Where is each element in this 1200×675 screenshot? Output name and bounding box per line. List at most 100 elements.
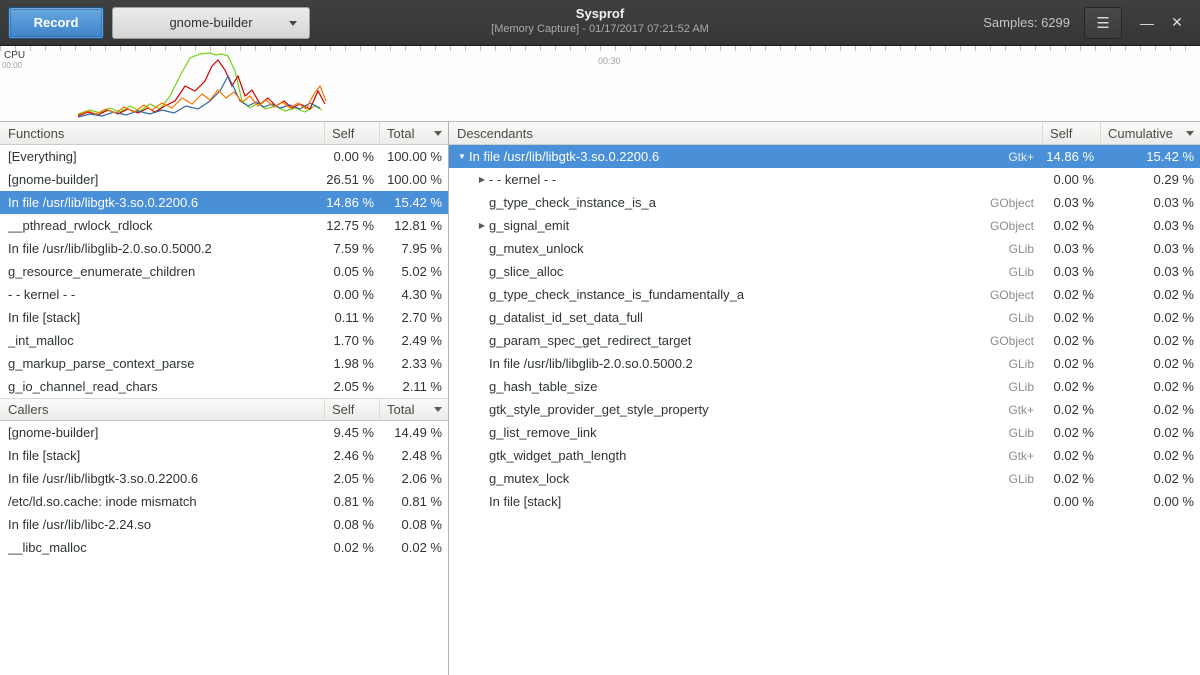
table-row[interactable]: ▼In file /usr/lib/libgtk-3.so.0.2200.6Gt… [449,145,1200,168]
minimize-button[interactable]: — [1132,8,1162,38]
column-header-cumulative[interactable]: Cumulative [1100,122,1200,144]
callers-table-header: Callers Self Total [0,398,448,421]
table-row[interactable]: g_hash_table_sizeGLib0.02 %0.02 % [449,375,1200,398]
column-header-self[interactable]: Self [325,399,380,420]
table-row[interactable]: g_param_spec_get_redirect_targetGObject0… [449,329,1200,352]
library-tag: GLib [1009,357,1042,371]
table-row[interactable]: In file [stack]0.11 %2.70 % [0,306,448,329]
function-name: - - kernel - - [0,287,325,302]
table-row[interactable]: gtk_style_provider_get_style_propertyGtk… [449,398,1200,421]
self-value: 0.03 % [1042,241,1100,256]
menu-button[interactable]: ☰ [1084,7,1122,39]
descendants-pane: Descendants Self Cumulative ▼In file /us… [449,122,1200,675]
cumulative-value: 0.02 % [1100,471,1200,486]
total-value: 4.30 % [380,287,448,302]
cumulative-value: 0.02 % [1100,333,1200,348]
chevron-down-icon [289,21,297,26]
descendant-name-cell: g_type_check_instance_is_fundamentally_a… [449,287,1042,302]
table-row[interactable]: In file [stack]2.46 %2.48 % [0,444,448,467]
table-row[interactable]: g_slice_allocGLib0.03 %0.03 % [449,260,1200,283]
table-row[interactable]: [gnome-builder]9.45 %14.49 % [0,421,448,444]
library-tag: GLib [1009,311,1042,325]
table-row[interactable]: ▶- - kernel - -0.00 %0.29 % [449,168,1200,191]
table-row[interactable]: g_io_channel_read_chars2.05 %2.11 % [0,375,448,398]
self-value: 0.02 % [1042,448,1100,463]
total-value: 5.02 % [380,264,448,279]
table-row[interactable]: g_datalist_id_set_data_fullGLib0.02 %0.0… [449,306,1200,329]
close-button[interactable]: ✕ [1162,8,1192,38]
total-value: 2.70 % [380,310,448,325]
table-row[interactable]: - - kernel - -0.00 %4.30 % [0,283,448,306]
column-header-total[interactable]: Total [380,122,448,144]
function-name: [gnome-builder] [0,172,325,187]
library-tag: GObject [990,334,1042,348]
process-selector-dropdown[interactable]: gnome-builder [112,7,310,39]
table-row[interactable]: In file /usr/lib/libglib-2.0.so.0.5000.2… [449,352,1200,375]
table-row[interactable]: _int_malloc1.70 %2.49 % [0,329,448,352]
column-header-callers[interactable]: Callers [0,399,325,420]
headerbar: Record gnome-builder Sysprof [Memory Cap… [0,0,1200,46]
library-tag: GObject [990,288,1042,302]
self-value: 0.02 % [1042,356,1100,371]
chevron-down-icon[interactable]: ▼ [455,152,469,161]
total-value: 2.48 % [380,448,448,463]
column-header-total[interactable]: Total [380,399,448,420]
cpu-timeline[interactable]: CPU 00:00 00:30 [0,46,1200,122]
table-row[interactable]: [gnome-builder]26.51 %100.00 % [0,168,448,191]
table-row[interactable]: /etc/ld.so.cache: inode mismatch0.81 %0.… [0,490,448,513]
function-name: g_datalist_id_set_data_full [489,310,643,325]
total-value: 14.49 % [380,425,448,440]
table-row[interactable]: g_type_check_instance_is_fundamentally_a… [449,283,1200,306]
table-row[interactable]: In file /usr/lib/libc-2.24.so0.08 %0.08 … [0,513,448,536]
self-value: 0.81 % [325,494,380,509]
cumulative-value: 15.42 % [1100,149,1200,164]
cumulative-value: 0.00 % [1100,494,1200,509]
self-value: 26.51 % [325,172,380,187]
column-header-descendants[interactable]: Descendants [449,122,1042,144]
column-header-self[interactable]: Self [325,122,380,144]
function-name: __libc_malloc [0,540,325,555]
descendant-name-cell: gtk_style_provider_get_style_propertyGtk… [449,402,1042,417]
column-header-self[interactable]: Self [1042,122,1100,144]
sysprof-window: Record gnome-builder Sysprof [Memory Cap… [0,0,1200,675]
function-name: g_hash_table_size [489,379,597,394]
chevron-right-icon[interactable]: ▶ [475,175,489,184]
table-row[interactable]: gtk_widget_path_lengthGtk+0.02 %0.02 % [449,444,1200,467]
table-row[interactable]: g_resource_enumerate_children0.05 %5.02 … [0,260,448,283]
cpu-red-line [78,60,325,116]
function-name: In file /usr/lib/libgtk-3.so.0.2200.6 [469,149,659,164]
table-row[interactable]: In file /usr/lib/libgtk-3.so.0.2200.614.… [0,191,448,214]
table-row[interactable]: In file [stack]0.00 %0.00 % [449,490,1200,513]
function-name: In file /usr/lib/libgtk-3.so.0.2200.6 [0,195,325,210]
table-row[interactable]: ▶g_signal_emitGObject0.02 %0.03 % [449,214,1200,237]
self-value: 0.11 % [325,310,380,325]
table-row[interactable]: g_mutex_unlockGLib0.03 %0.03 % [449,237,1200,260]
table-row[interactable]: g_type_check_instance_is_aGObject0.03 %0… [449,191,1200,214]
table-row[interactable]: g_markup_parse_context_parse1.98 %2.33 % [0,352,448,375]
record-button[interactable]: Record [8,7,104,39]
column-header-functions[interactable]: Functions [0,122,325,144]
chevron-right-icon[interactable]: ▶ [475,221,489,230]
table-row[interactable]: [Everything]0.00 %100.00 % [0,145,448,168]
function-name: __pthread_rwlock_rdlock [0,218,325,233]
table-row[interactable]: g_mutex_lockGLib0.02 %0.02 % [449,467,1200,490]
total-value: 2.11 % [380,379,448,394]
table-row[interactable]: In file /usr/lib/libgtk-3.so.0.2200.62.0… [0,467,448,490]
library-tag: GObject [990,219,1042,233]
function-name: [gnome-builder] [0,425,325,440]
self-value: 0.02 % [1042,218,1100,233]
table-row[interactable]: __pthread_rwlock_rdlock12.75 %12.81 % [0,214,448,237]
total-value: 12.81 % [380,218,448,233]
total-value: 0.02 % [380,540,448,555]
self-value: 0.00 % [325,149,380,164]
self-value: 0.02 % [1042,310,1100,325]
self-value: 0.00 % [1042,494,1100,509]
table-row[interactable]: __libc_malloc0.02 %0.02 % [0,536,448,559]
table-row[interactable]: In file /usr/lib/libglib-2.0.so.0.5000.2… [0,237,448,260]
self-value: 1.98 % [325,356,380,371]
window-controls: — ✕ [1132,8,1192,38]
function-name: In file /usr/lib/libgtk-3.so.0.2200.6 [0,471,325,486]
descendant-name-cell: ▶g_signal_emitGObject [449,218,1042,233]
descendant-name-cell: g_datalist_id_set_data_full GLib [449,310,1042,325]
table-row[interactable]: g_list_remove_linkGLib0.02 %0.02 % [449,421,1200,444]
